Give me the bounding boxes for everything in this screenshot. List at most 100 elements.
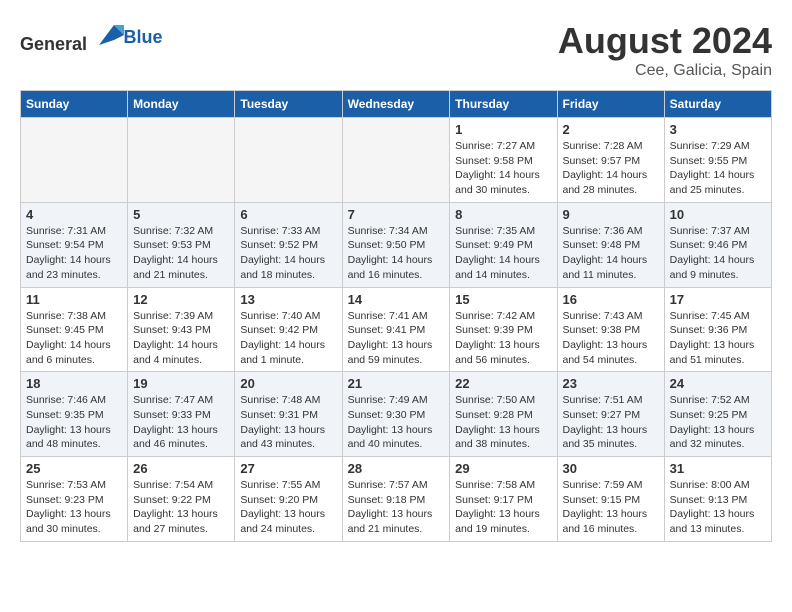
day-number: 31 <box>670 461 766 476</box>
calendar-cell: 21 Sunrise: 7:49 AM Sunset: 9:30 PM Dayli… <box>342 372 450 457</box>
day-number: 12 <box>133 292 229 307</box>
calendar-cell: 22Sunrise: 7:50 AM Sunset: 9:28 PM Dayli… <box>450 372 557 457</box>
day-number: 13 <box>240 292 336 307</box>
calendar-cell: 28 Sunrise: 7:57 AM Sunset: 9:18 PM Dayli… <box>342 457 450 542</box>
calendar-cell: 17 Sunrise: 7:45 AM Sunset: 9:36 PM Dayli… <box>664 287 771 372</box>
calendar-cell <box>342 118 450 203</box>
day-header-thursday: Thursday <box>450 91 557 118</box>
day-header-monday: Monday <box>128 91 235 118</box>
day-number: 24 <box>670 376 766 391</box>
day-number: 19 <box>133 376 229 391</box>
calendar-cell: 10Sunrise: 7:37 AM Sunset: 9:46 PM Dayli… <box>664 202 771 287</box>
day-info: Sunrise: 7:51 AM Sunset: 9:27 PM Dayligh… <box>563 393 659 452</box>
day-number: 6 <box>240 207 336 222</box>
calendar-cell: 30Sunrise: 7:59 AM Sunset: 9:15 PM Dayli… <box>557 457 664 542</box>
day-info: Sunrise: 7:41 AM Sunset: 9:41 PM Dayligh… <box>348 309 445 368</box>
day-number: 20 <box>240 376 336 391</box>
day-info: Sunrise: 7:53 AM Sunset: 9:23 PM Dayligh… <box>26 478 122 537</box>
calendar-cell: 26 Sunrise: 7:54 AM Sunset: 9:22 PM Dayli… <box>128 457 235 542</box>
calendar-cell: 7Sunrise: 7:34 AM Sunset: 9:50 PM Daylig… <box>342 202 450 287</box>
calendar-cell: 14 Sunrise: 7:41 AM Sunset: 9:41 PM Dayli… <box>342 287 450 372</box>
calendar-cell: 24 Sunrise: 7:52 AM Sunset: 9:25 PM Dayli… <box>664 372 771 457</box>
day-info: Sunrise: 7:28 AM Sunset: 9:57 PM Dayligh… <box>563 139 659 198</box>
logo-blue-text: Blue <box>124 27 163 47</box>
calendar-cell: 18 Sunrise: 7:46 AM Sunset: 9:35 PM Dayli… <box>21 372 128 457</box>
day-info: Sunrise: 7:46 AM Sunset: 9:35 PM Dayligh… <box>26 393 122 452</box>
day-number: 9 <box>563 207 659 222</box>
day-number: 1 <box>455 122 551 137</box>
calendar-cell: 9Sunrise: 7:36 AM Sunset: 9:48 PM Daylig… <box>557 202 664 287</box>
day-number: 16 <box>563 292 659 307</box>
day-info: Sunrise: 7:40 AM Sunset: 9:42 PM Dayligh… <box>240 309 336 368</box>
calendar-cell: 3 Sunrise: 7:29 AM Sunset: 9:55 PM Daylig… <box>664 118 771 203</box>
month-year-title: August 2024 <box>558 20 772 62</box>
day-info: Sunrise: 7:47 AM Sunset: 9:33 PM Dayligh… <box>133 393 229 452</box>
day-info: Sunrise: 7:31 AM Sunset: 9:54 PM Dayligh… <box>26 224 122 283</box>
calendar-cell: 29Sunrise: 7:58 AM Sunset: 9:17 PM Dayli… <box>450 457 557 542</box>
day-number: 8 <box>455 207 551 222</box>
calendar-cell <box>21 118 128 203</box>
calendar-week-row: 11Sunrise: 7:38 AM Sunset: 9:45 PM Dayli… <box>21 287 772 372</box>
calendar-cell: 15 Sunrise: 7:42 AM Sunset: 9:39 PM Dayli… <box>450 287 557 372</box>
calendar-cell: 11Sunrise: 7:38 AM Sunset: 9:45 PM Dayli… <box>21 287 128 372</box>
logo-general-text: General <box>20 34 87 54</box>
day-info: Sunrise: 7:45 AM Sunset: 9:36 PM Dayligh… <box>670 309 766 368</box>
day-number: 3 <box>670 122 766 137</box>
day-info: Sunrise: 7:32 AM Sunset: 9:53 PM Dayligh… <box>133 224 229 283</box>
day-number: 14 <box>348 292 445 307</box>
calendar-cell: 6 Sunrise: 7:33 AM Sunset: 9:52 PM Daylig… <box>235 202 342 287</box>
title-block: August 2024 Cee, Galicia, Spain <box>558 20 772 80</box>
logo-icon <box>94 20 124 50</box>
day-number: 17 <box>670 292 766 307</box>
day-info: Sunrise: 7:57 AM Sunset: 9:18 PM Dayligh… <box>348 478 445 537</box>
calendar-cell: 19 Sunrise: 7:47 AM Sunset: 9:33 PM Dayli… <box>128 372 235 457</box>
day-number: 25 <box>26 461 122 476</box>
page-header: General Blue August 2024 Cee, Galicia, S… <box>20 20 772 80</box>
day-info: Sunrise: 7:58 AM Sunset: 9:17 PM Dayligh… <box>455 478 551 537</box>
day-number: 11 <box>26 292 122 307</box>
day-number: 21 <box>348 376 445 391</box>
day-header-saturday: Saturday <box>664 91 771 118</box>
day-info: Sunrise: 7:59 AM Sunset: 9:15 PM Dayligh… <box>563 478 659 537</box>
day-info: Sunrise: 7:54 AM Sunset: 9:22 PM Dayligh… <box>133 478 229 537</box>
calendar-cell: 1Sunrise: 7:27 AM Sunset: 9:58 PM Daylig… <box>450 118 557 203</box>
day-info: Sunrise: 7:29 AM Sunset: 9:55 PM Dayligh… <box>670 139 766 198</box>
day-number: 2 <box>563 122 659 137</box>
day-header-sunday: Sunday <box>21 91 128 118</box>
calendar-cell: 16 Sunrise: 7:43 AM Sunset: 9:38 PM Dayli… <box>557 287 664 372</box>
day-info: Sunrise: 7:35 AM Sunset: 9:49 PM Dayligh… <box>455 224 551 283</box>
calendar-cell: 31 Sunrise: 8:00 AM Sunset: 9:13 PM Dayli… <box>664 457 771 542</box>
day-info: Sunrise: 7:37 AM Sunset: 9:46 PM Dayligh… <box>670 224 766 283</box>
calendar-cell: 23Sunrise: 7:51 AM Sunset: 9:27 PM Dayli… <box>557 372 664 457</box>
day-info: Sunrise: 7:49 AM Sunset: 9:30 PM Dayligh… <box>348 393 445 452</box>
day-number: 7 <box>348 207 445 222</box>
calendar-cell: 4Sunrise: 7:31 AM Sunset: 9:54 PM Daylig… <box>21 202 128 287</box>
logo: General Blue <box>20 20 163 55</box>
day-header-friday: Friday <box>557 91 664 118</box>
day-number: 15 <box>455 292 551 307</box>
location-text: Cee, Galicia, Spain <box>558 62 772 80</box>
day-info: Sunrise: 8:00 AM Sunset: 9:13 PM Dayligh… <box>670 478 766 537</box>
day-info: Sunrise: 7:39 AM Sunset: 9:43 PM Dayligh… <box>133 309 229 368</box>
calendar-header-row: SundayMondayTuesdayWednesdayThursdayFrid… <box>21 91 772 118</box>
day-info: Sunrise: 7:48 AM Sunset: 9:31 PM Dayligh… <box>240 393 336 452</box>
day-header-tuesday: Tuesday <box>235 91 342 118</box>
day-info: Sunrise: 7:42 AM Sunset: 9:39 PM Dayligh… <box>455 309 551 368</box>
day-info: Sunrise: 7:52 AM Sunset: 9:25 PM Dayligh… <box>670 393 766 452</box>
calendar-cell: 12 Sunrise: 7:39 AM Sunset: 9:43 PM Dayli… <box>128 287 235 372</box>
calendar-cell: 27 Sunrise: 7:55 AM Sunset: 9:20 PM Dayli… <box>235 457 342 542</box>
day-number: 22 <box>455 376 551 391</box>
calendar-week-row: 18 Sunrise: 7:46 AM Sunset: 9:35 PM Dayli… <box>21 372 772 457</box>
calendar-table: SundayMondayTuesdayWednesdayThursdayFrid… <box>20 90 772 542</box>
day-number: 18 <box>26 376 122 391</box>
day-number: 28 <box>348 461 445 476</box>
calendar-cell: 13 Sunrise: 7:40 AM Sunset: 9:42 PM Dayli… <box>235 287 342 372</box>
day-info: Sunrise: 7:55 AM Sunset: 9:20 PM Dayligh… <box>240 478 336 537</box>
calendar-cell <box>235 118 342 203</box>
day-info: Sunrise: 7:43 AM Sunset: 9:38 PM Dayligh… <box>563 309 659 368</box>
day-info: Sunrise: 7:33 AM Sunset: 9:52 PM Dayligh… <box>240 224 336 283</box>
day-number: 26 <box>133 461 229 476</box>
calendar-cell: 2 Sunrise: 7:28 AM Sunset: 9:57 PM Daylig… <box>557 118 664 203</box>
calendar-cell: 5Sunrise: 7:32 AM Sunset: 9:53 PM Daylig… <box>128 202 235 287</box>
day-number: 27 <box>240 461 336 476</box>
